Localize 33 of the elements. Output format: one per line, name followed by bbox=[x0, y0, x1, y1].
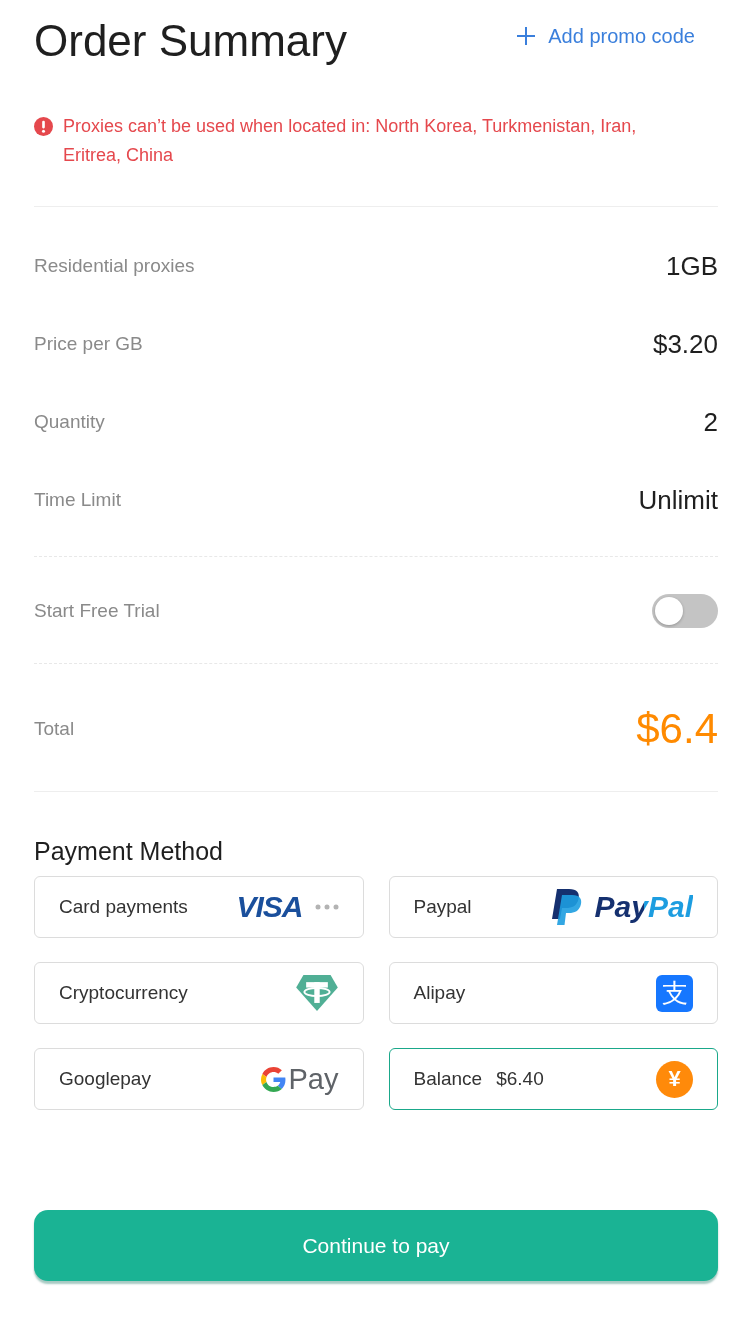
restriction-notice: Proxies can’t be used when located in: North Korea, Turkmenistan, Iran, Eritrea, China bbox=[63, 115, 638, 167]
detail-label: Residential proxies bbox=[34, 255, 195, 277]
detail-value: Unlimit bbox=[638, 484, 718, 516]
google-g-icon bbox=[260, 1066, 286, 1092]
payment-option[interactable]: Paypal PayPal bbox=[388, 876, 718, 938]
detail-label: Time Limit bbox=[34, 489, 121, 511]
payment-method-heading: Payment Method bbox=[34, 836, 224, 866]
tether-icon bbox=[294, 974, 339, 1012]
gpay-logo: Pay bbox=[288, 1062, 339, 1096]
total-label: Total bbox=[34, 718, 75, 740]
alipay-logo: 支 bbox=[656, 974, 693, 1012]
payment-option[interactable]: Balance $6.40 ¥ bbox=[388, 1048, 718, 1110]
payment-option[interactable]: Googlepay Pay bbox=[34, 1048, 364, 1110]
free-trial-label: Start Free Trial bbox=[34, 600, 160, 622]
payment-option[interactable]: Cryptocurrency bbox=[34, 962, 364, 1024]
warning-icon bbox=[34, 117, 53, 136]
balance-amount: $6.40 bbox=[496, 1068, 544, 1090]
total-value: $6.4 bbox=[636, 705, 718, 753]
payment-option[interactable]: Card payments VISA bbox=[34, 876, 364, 938]
add-promo-link[interactable]: Add promo code bbox=[516, 24, 695, 48]
payment-option[interactable]: Alipay 支 bbox=[388, 962, 718, 1024]
visa-logo: VISA bbox=[236, 890, 303, 924]
more-dots-icon bbox=[314, 904, 339, 910]
detail-value: 1GB bbox=[665, 250, 718, 282]
yen-coin-icon: ¥ bbox=[656, 1060, 693, 1098]
free-trial-toggle[interactable] bbox=[652, 594, 718, 628]
detail-value: $3.20 bbox=[652, 328, 718, 360]
paypal-p-icon bbox=[550, 889, 583, 925]
page-title: Order Summary bbox=[34, 14, 347, 67]
detail-value: 2 bbox=[703, 406, 718, 438]
detail-label: Quantity bbox=[34, 411, 105, 433]
plus-icon bbox=[516, 26, 537, 46]
detail-label: Price per GB bbox=[34, 333, 143, 355]
